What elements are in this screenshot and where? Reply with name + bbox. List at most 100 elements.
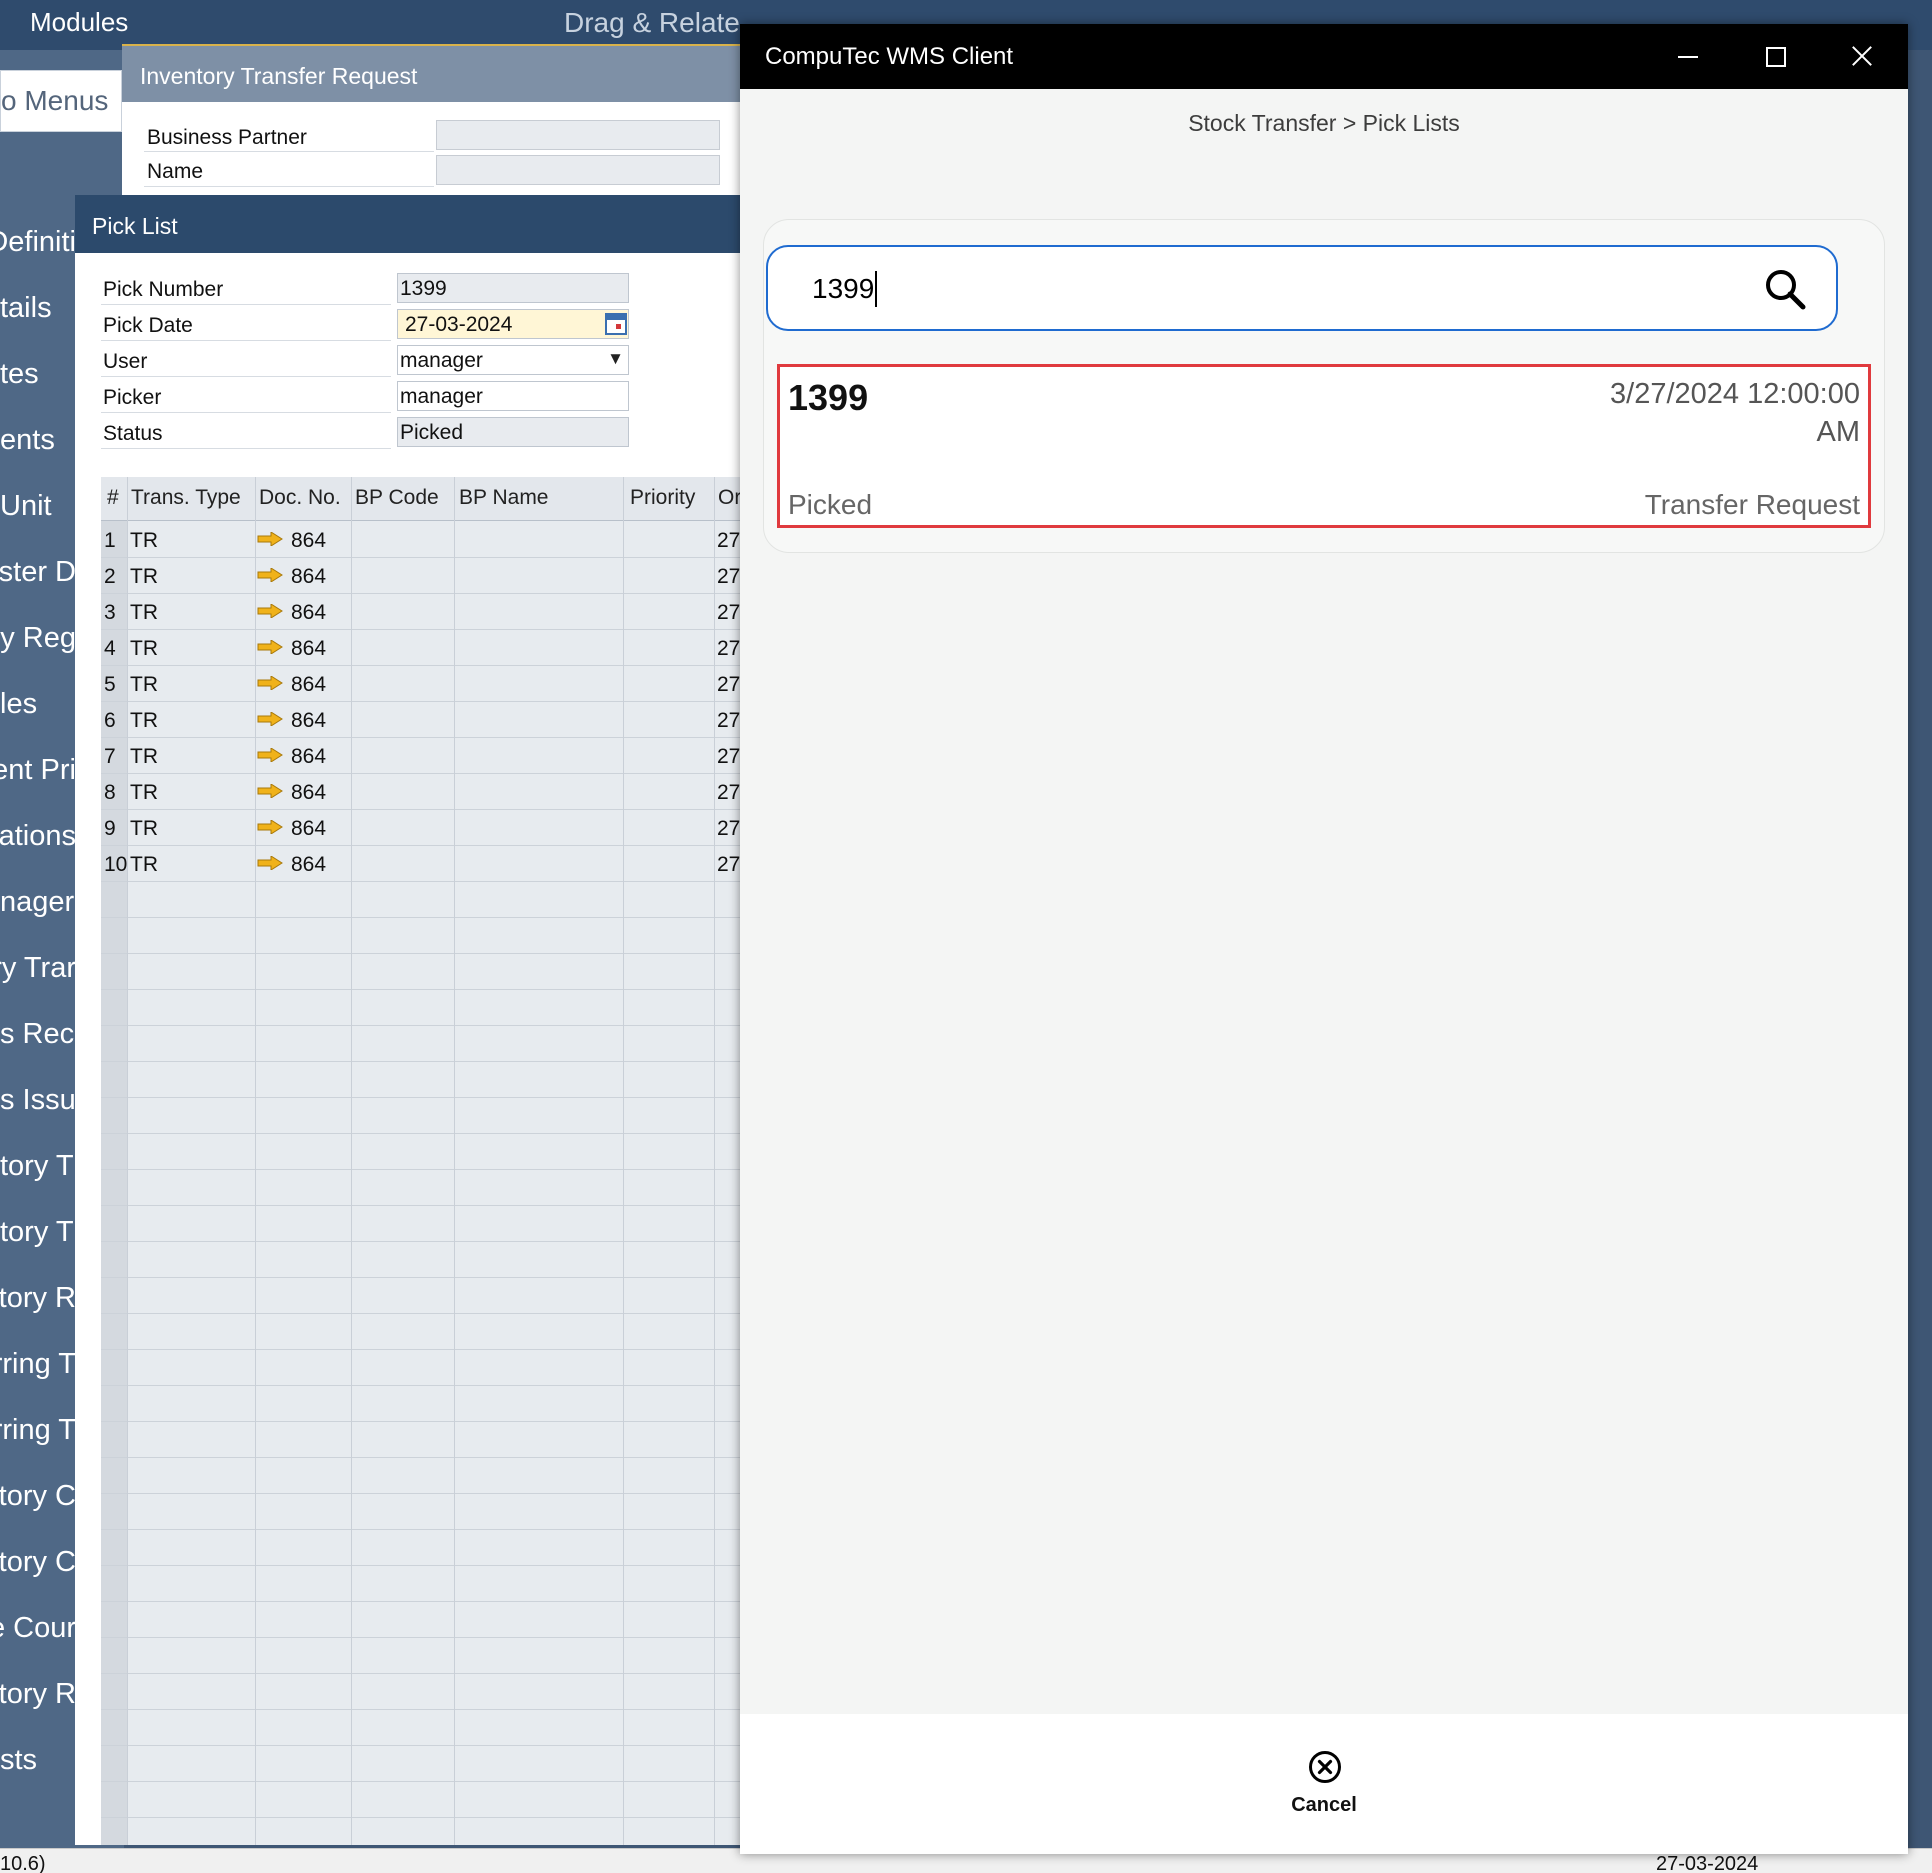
itr-title-bar: Inventory Transfer Request [122,44,752,102]
row-doc-number[interactable]: 864 [291,529,326,553]
sidebar-item[interactable]: sts [0,1744,76,1784]
status-field[interactable]: Picked [397,417,629,447]
menus-tab[interactable]: o Menus [0,70,122,132]
pick-number-label: Pick Number [103,278,224,301]
sidebar-item[interactable]: tory C [0,1480,76,1520]
sidebar-item[interactable]: s Issu [0,1084,76,1124]
link-arrow-icon[interactable] [257,532,283,546]
pick-number-field[interactable]: 1399 [397,273,629,303]
sidebar-item[interactable]: tory R [0,1678,76,1718]
link-arrow-icon[interactable] [257,568,283,582]
grid-row-divider [101,1205,765,1206]
sidebar-item[interactable]: tory T [0,1216,76,1256]
row-trans-type: TR [130,817,158,840]
inventory-transfer-request-window: Inventory Transfer Request Business Part… [122,44,752,204]
grid-row-divider [101,1169,765,1170]
grid-row-divider [101,1349,765,1350]
sidebar-item[interactable]: ry Reg [0,622,76,662]
grid-row-divider [101,1529,765,1530]
row-number: 9 [104,817,116,840]
sidebar-item[interactable]: ry Trar [0,952,76,992]
link-arrow-icon[interactable] [257,604,283,618]
search-input[interactable] [812,269,1732,309]
sidebar-item[interactable]: tes [0,358,76,398]
grid-row-divider [101,1421,765,1422]
grid-row-divider [101,1385,765,1386]
calendar-icon[interactable] [605,313,627,335]
row-doc-number[interactable]: 864 [291,673,326,697]
divider [101,304,391,305]
column-header[interactable]: # [107,486,119,510]
link-arrow-icon[interactable] [257,748,283,762]
link-arrow-icon[interactable] [257,784,283,798]
user-select[interactable]: manager ▼ [397,345,629,375]
row-trans-type: TR [130,565,158,588]
sidebar-item[interactable]: tails [0,292,76,332]
grid-column-divider [454,477,455,1845]
link-arrow-icon[interactable] [257,856,283,870]
row-doc-number[interactable]: 864 [291,637,326,661]
link-arrow-icon[interactable] [257,640,283,654]
row-trans-type: TR [130,745,158,768]
row-doc-number[interactable]: 864 [291,781,326,805]
row-number: 3 [104,601,116,624]
pick-list-result-card[interactable]: 1399 3/27/2024 12:00:00 AM Picked Transf… [777,364,1871,528]
row-doc-number[interactable]: 864 [291,745,326,769]
sidebar-item[interactable]: Unit [0,490,76,530]
drag-relate-tab[interactable]: Drag & Relate [564,7,740,39]
grid-row-divider [101,1241,765,1242]
chevron-down-icon[interactable]: ▼ [607,349,624,369]
grid-row-divider [101,809,765,810]
business-partner-field[interactable] [436,120,720,150]
row-trans-type: TR [130,709,158,732]
picker-field[interactable]: manager [397,381,629,411]
sidebar-item[interactable]: e Cour [0,1612,76,1652]
sidebar-item[interactable]: ations [0,820,76,860]
search-icon[interactable] [1763,267,1807,311]
grid-row-divider [101,701,765,702]
wms-window-title: CompuTec WMS Client [765,43,1014,70]
sidebar-item[interactable]: nager [0,886,76,926]
pick-date-field[interactable]: 27-03-2024 [397,309,629,339]
row-doc-number[interactable]: 864 [291,709,326,733]
close-button[interactable] [1818,24,1908,89]
sidebar-item[interactable]: tory R [0,1282,76,1322]
sidebar-item[interactable]: Definiti [0,226,76,266]
grid-row-divider [101,1601,765,1602]
link-arrow-icon[interactable] [257,820,283,834]
link-arrow-icon[interactable] [257,676,283,690]
row-doc-number[interactable]: 864 [291,601,326,625]
sidebar-item[interactable]: ent Pri [0,754,76,794]
sidebar-item[interactable]: tory T [0,1150,76,1190]
link-arrow-icon[interactable] [257,712,283,726]
minimize-button[interactable] [1642,24,1732,89]
grid-row-divider [101,1097,765,1098]
row-trans-type: TR [130,673,158,696]
grid-row-divider [101,1565,765,1566]
sidebar-item[interactable]: ents [0,424,76,464]
search-box[interactable] [766,245,1838,331]
grid-row-divider [101,1313,765,1314]
column-header[interactable]: Doc. No. [259,486,341,510]
column-header[interactable]: BP Code [355,486,439,510]
row-doc-number[interactable]: 864 [291,565,326,589]
cancel-button[interactable]: Cancel [1274,1750,1374,1826]
row-doc-number[interactable]: 864 [291,817,326,841]
name-field[interactable] [436,155,720,185]
column-header[interactable]: Trans. Type [131,486,241,510]
sidebar-item[interactable]: tory C [0,1546,76,1586]
sidebar-item[interactable]: rring T [0,1414,76,1454]
grid-row-divider [101,1025,765,1026]
user-value: manager [400,349,483,372]
row-trans-type: TR [130,637,158,660]
sidebar-item[interactable]: aster D [0,556,76,596]
sidebar-item[interactable]: rring T [0,1348,76,1388]
modules-tab[interactable]: Modules [30,7,128,38]
sidebar-item[interactable]: s Rec [0,1018,76,1058]
sidebar-item[interactable]: les [0,688,76,728]
column-header[interactable]: Priority [630,486,695,510]
maximize-button[interactable] [1730,24,1820,89]
divider [144,151,434,152]
row-doc-number[interactable]: 864 [291,853,326,877]
column-header[interactable]: BP Name [459,486,549,510]
